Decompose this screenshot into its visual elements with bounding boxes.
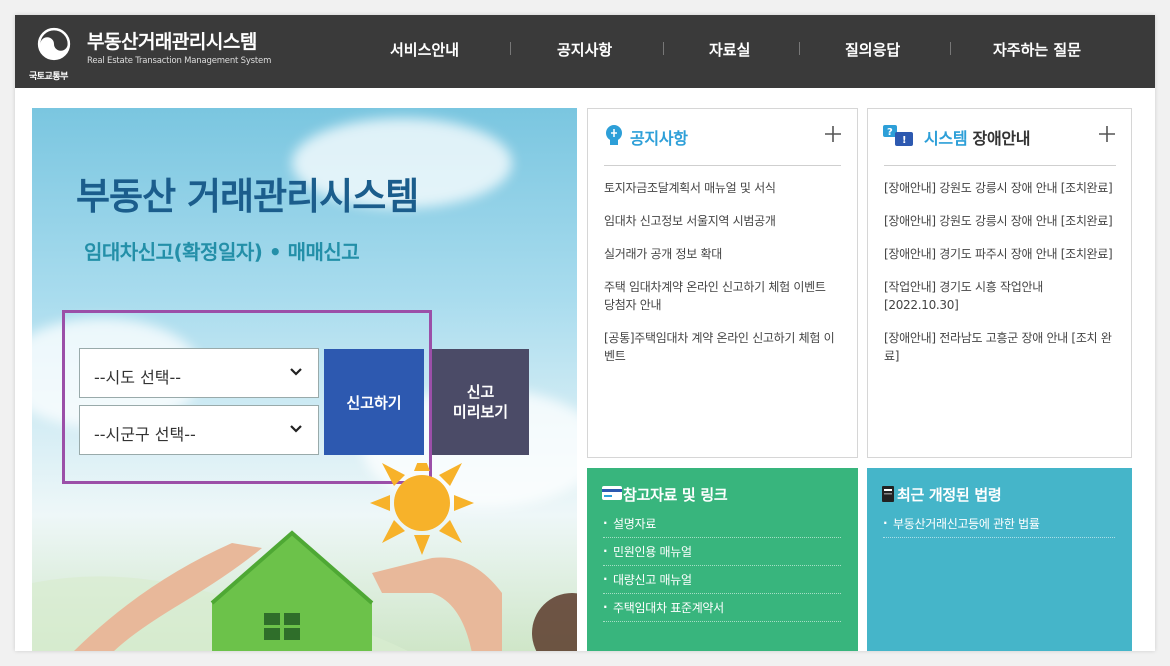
notice-item[interactable]: 실거래가 공개 정보 확대 <box>604 245 839 263</box>
card-icon <box>602 486 622 500</box>
nav-service-guide[interactable]: 서비스안내 <box>390 39 459 60</box>
references-link[interactable]: 주택임대차 표준계약서 <box>603 593 841 622</box>
nav-faq[interactable]: 자주하는 질문 <box>993 39 1081 60</box>
notice-divider <box>604 165 841 166</box>
references-link[interactable]: 설명자료 <box>603 509 841 538</box>
notice-panel: 공지사항 토지자금조달계획서 매뉴얼 및 서식 임대차 신고정보 서울지역 시범… <box>587 108 858 458</box>
hero-subtitle: 임대차신고(확정일자) • 매매신고 <box>84 240 360 264</box>
outage-more-plus-icon[interactable] <box>1096 123 1118 145</box>
site-header: 국토교통부 부동산거래관리시스템 Real Estate Transaction… <box>15 15 1155 88</box>
report-preview-label-line2: 미리보기 <box>452 403 509 421</box>
outage-item[interactable]: [장애안내] 전라남도 고흥군 장애 안내 [조치 완료] <box>884 329 1114 365</box>
outage-item[interactable]: [장애안내] 강원도 강릉시 장애 안내 [조치완료] <box>884 179 1114 197</box>
government-emblem-icon <box>37 27 71 61</box>
hero-title: 부동산 거래관리시스템 <box>76 175 419 218</box>
nav-notice[interactable]: 공지사항 <box>557 39 612 60</box>
document-icon <box>882 486 894 502</box>
outage-item[interactable]: [작업안내] 경기도 시흥 작업안내 [2022.10.30] <box>884 278 1114 314</box>
outage-title: 시스템 장애안내 <box>924 125 1031 149</box>
province-select-value: --시도 선택-- <box>94 368 182 387</box>
svg-text:!: ! <box>902 135 907 146</box>
chevron-down-icon <box>290 368 302 376</box>
site-logo[interactable]: 국토교통부 부동산거래관리시스템 Real Estate Transaction… <box>29 25 289 82</box>
references-list: 설명자료 민원인용 매뉴얼 대량신고 매뉴얼 주택임대차 표준계약서 <box>603 509 841 622</box>
nav-separator <box>950 42 951 55</box>
references-title: 참고자료 및 링크 <box>623 486 728 504</box>
outage-title-rest: 장애안내 <box>972 129 1031 148</box>
references-link[interactable]: 민원인용 매뉴얼 <box>603 537 841 566</box>
ministry-name: 국토교통부 <box>29 72 68 82</box>
site-subtitle: Real Estate Transaction Management Syste… <box>87 56 272 66</box>
notice-item[interactable]: 임대차 신고정보 서울지역 시범공개 <box>604 212 839 230</box>
notice-more-plus-icon[interactable] <box>822 123 844 145</box>
lightbulb-icon <box>606 125 622 145</box>
outage-divider <box>884 165 1116 166</box>
hero-banner: 부동산 거래관리시스템 임대차신고(확정일자) • 매매신고 --시도 선택--… <box>32 108 577 651</box>
province-select[interactable]: --시도 선택-- <box>79 348 319 398</box>
report-preview-button[interactable]: 신고 미리보기 <box>432 349 529 455</box>
nav-separator <box>663 42 664 55</box>
chevron-down-icon <box>290 425 302 433</box>
district-select-value: --시군구 선택-- <box>94 425 196 444</box>
outage-panel: ? ! 시스템 장애안내 [장애안내] 강원도 강릉시 장애 안내 [조치완료]… <box>867 108 1132 458</box>
notice-title: 공지사항 <box>630 129 688 148</box>
references-link[interactable]: 대량신고 매뉴얼 <box>603 565 841 594</box>
main-nav: 서비스안내 공지사항 자료실 질의응답 자주하는 질문 <box>355 15 1145 88</box>
laws-title: 최근 개정된 법령 <box>897 486 1002 504</box>
nav-qna[interactable]: 질의응답 <box>845 39 900 60</box>
nav-resources[interactable]: 자료실 <box>709 39 750 60</box>
outage-item[interactable]: [장애안내] 강원도 강릉시 장애 안내 [조치완료] <box>884 212 1114 230</box>
notice-item[interactable]: [공통]주택임대차 계약 온라인 신고하기 체험 이벤트 <box>604 329 839 365</box>
report-preview-label-line1: 신고 <box>466 383 495 401</box>
laws-list: 부동산거래신고등에 관한 법률 <box>883 509 1115 538</box>
speech-bubble-icon: ? ! <box>883 125 913 146</box>
outage-title-accent: 시스템 <box>924 129 968 148</box>
laws-link[interactable]: 부동산거래신고등에 관한 법률 <box>883 509 1115 538</box>
laws-card: 최근 개정된 법령 부동산거래신고등에 관한 법률 <box>867 468 1132 651</box>
svg-text:?: ? <box>887 127 893 138</box>
nav-separator <box>799 42 800 55</box>
nav-separator <box>510 42 511 55</box>
notice-list: 토지자금조달계획서 매뉴얼 및 서식 임대차 신고정보 서울지역 시범공개 실거… <box>604 179 839 365</box>
hero-illustration <box>32 463 577 651</box>
outage-item[interactable]: [장애안내] 경기도 파주시 장애 안내 [조치완료] <box>884 245 1114 263</box>
page-frame: 국토교통부 부동산거래관리시스템 Real Estate Transaction… <box>15 15 1155 651</box>
district-select[interactable]: --시군구 선택-- <box>79 405 319 455</box>
notice-item[interactable]: 토지자금조달계획서 매뉴얼 및 서식 <box>604 179 839 197</box>
references-card: 참고자료 및 링크 설명자료 민원인용 매뉴얼 대량신고 매뉴얼 주택임대차 표… <box>587 468 858 651</box>
notice-item[interactable]: 주택 임대차계약 온라인 신고하기 체험 이벤트 당첨자 안내 <box>604 278 839 314</box>
outage-list: [장애안내] 강원도 강릉시 장애 안내 [조치완료] [장애안내] 강원도 강… <box>884 179 1114 365</box>
site-title: 부동산거래관리시스템 <box>87 31 257 53</box>
report-button[interactable]: 신고하기 <box>324 349 424 455</box>
